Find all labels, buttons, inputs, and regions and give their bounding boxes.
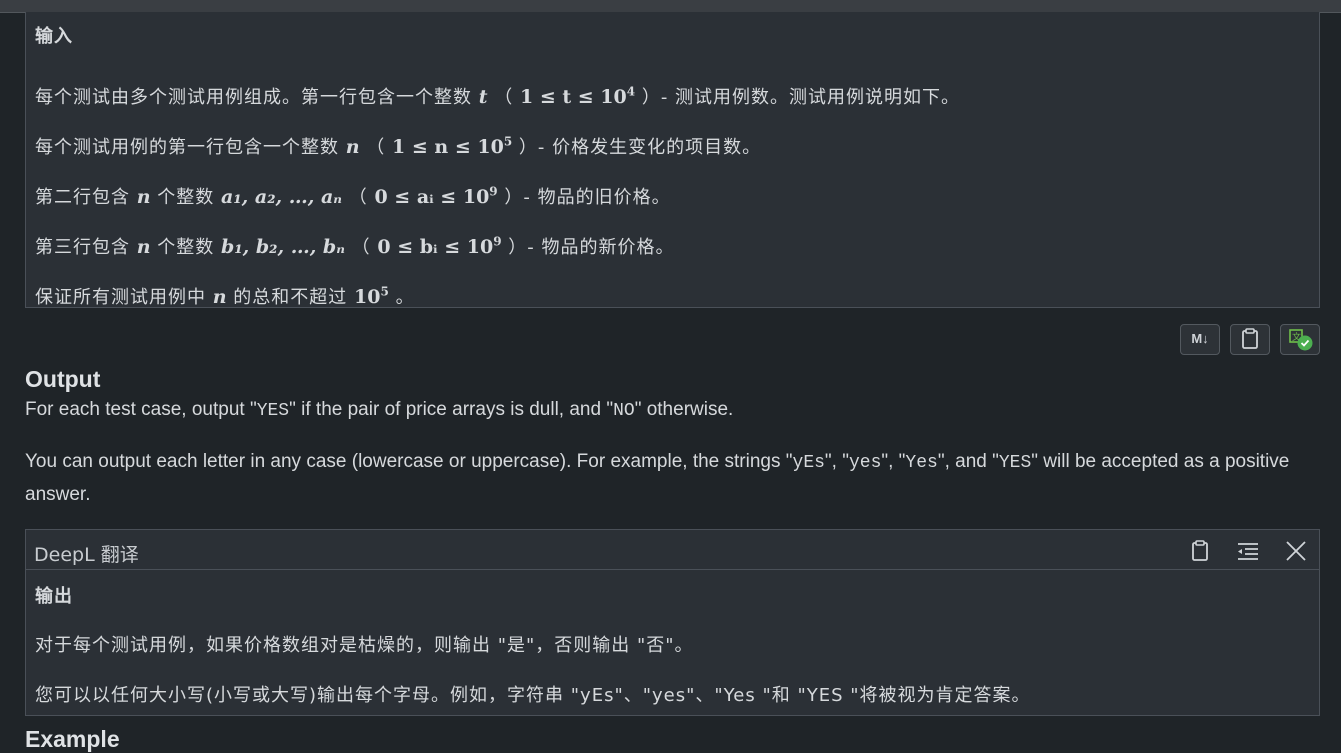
input-translation-panel: 输入 每个测试由多个测试用例组成。第一行包含一个整数 t （ 1 ≤ t ≤ 1… xyxy=(25,12,1320,308)
translate-button[interactable]: 文 xyxy=(1280,324,1320,355)
input-line-4: 第三行包含 n 个整数 b₁, b₂, …, bₙ （ 0 ≤ bᵢ ≤ 109… xyxy=(35,234,675,258)
deepl-line-1: 对于每个测试用例，如果价格数组对是枯燥的，则输出 "是"，否则输出 "否"。 xyxy=(35,635,694,656)
markdown-button[interactable]: M↓ xyxy=(1180,324,1220,355)
input-line-1: 每个测试由多个测试用例组成。第一行包含一个整数 t （ 1 ≤ t ≤ 104 … xyxy=(35,84,961,108)
close-icon[interactable] xyxy=(1284,539,1308,563)
example-title: Example xyxy=(25,726,120,752)
copy-button[interactable] xyxy=(1230,324,1270,355)
input-heading: 输入 xyxy=(35,26,73,47)
deepl-panel-title: DeepL 翻译 xyxy=(34,544,139,566)
clipboard-icon[interactable] xyxy=(1188,539,1212,563)
output-paragraph-1: For each test case, output "YES" if the … xyxy=(25,399,734,421)
translate-check-icon: 文 xyxy=(1289,329,1313,351)
output-title: Output xyxy=(25,366,101,392)
input-line-2: 每个测试用例的第一行包含一个整数 n （ 1 ≤ n ≤ 105 ）- 价格发生… xyxy=(35,134,762,158)
deepl-panel-header: DeepL 翻译 xyxy=(26,530,1319,570)
markdown-icon: M↓ xyxy=(1191,331,1209,346)
input-line-3: 第二行包含 n 个整数 a₁, a₂, …, aₙ （ 0 ≤ aᵢ ≤ 109… xyxy=(35,184,671,208)
deepl-heading: 输出 xyxy=(35,586,73,607)
indent-icon[interactable] xyxy=(1236,539,1260,563)
deepl-line-2: 您可以以任何大小写(小写或大写)输出每个字母。例如，字符串 "yEs"、"yes… xyxy=(35,685,1031,706)
clipboard-icon xyxy=(1242,328,1258,349)
deepl-translation-panel: DeepL 翻译 输出 对于每个测试用例，如果价格数组对是枯燥的，则输出 "是"… xyxy=(25,529,1320,716)
input-line-5: 保证所有测试用例中 n 的总和不超过 105 。 xyxy=(35,284,415,308)
output-paragraph-2: You can output each letter in any case (… xyxy=(25,451,1290,505)
